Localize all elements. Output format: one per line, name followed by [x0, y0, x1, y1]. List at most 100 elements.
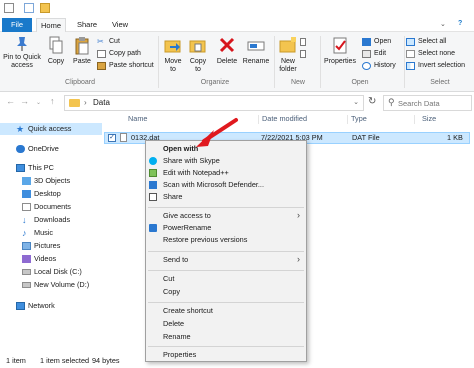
tab-file[interactable]: File — [2, 18, 32, 32]
column-divider[interactable] — [347, 115, 348, 124]
sidebar-item-local-disk-c[interactable]: Local Disk (C:) — [0, 266, 102, 278]
download-icon: ↓ — [22, 215, 27, 225]
sidebar-item-label: Downloads — [34, 215, 71, 224]
select-all-label: Select all — [418, 38, 447, 45]
copy-button[interactable]: Copy — [44, 36, 68, 66]
forward-arrow-icon[interactable]: → — [20, 96, 29, 106]
column-header-name[interactable]: Name — [128, 113, 147, 125]
chevron-down-icon[interactable]: ⌄ — [353, 98, 359, 106]
menu-item-label: Send to — [163, 255, 189, 264]
pin-to-quick-access-button[interactable]: Pin to Quick access — [2, 36, 42, 70]
sidebar-item-this-pc[interactable]: This PC — [0, 162, 102, 174]
pc-icon — [16, 164, 25, 172]
menu-item-rename[interactable]: Rename — [146, 331, 306, 342]
search-box[interactable]: ⚲ — [383, 95, 472, 111]
new-folder-label: New folder — [279, 58, 297, 73]
select-all-icon — [406, 38, 415, 46]
easy-access-icon[interactable] — [300, 49, 308, 59]
sidebar-item-desktop[interactable]: Desktop — [0, 188, 102, 200]
address-bar[interactable]: › Data ⌄ — [64, 95, 364, 111]
invert-selection-button[interactable]: Invert selection — [406, 61, 465, 71]
sidebar-item-downloads[interactable]: ↓ Downloads — [0, 214, 102, 226]
breadcrumb-data[interactable]: Data — [93, 98, 110, 107]
new-folder-qa-icon[interactable] — [40, 3, 50, 13]
column-divider[interactable] — [258, 115, 259, 124]
menu-item-share-with-skype[interactable]: Share with Skype — [146, 155, 306, 166]
new-item-icon[interactable] — [300, 37, 308, 47]
help-icon[interactable]: ? — [458, 20, 462, 27]
search-input[interactable] — [398, 97, 470, 109]
new-group-label: New — [290, 79, 305, 86]
column-divider[interactable] — [414, 115, 415, 124]
column-header-size[interactable]: Size — [422, 113, 436, 125]
history-label: History — [374, 62, 396, 69]
menu-item-label: Scan with Microsoft Defender... — [163, 180, 264, 189]
tab-view[interactable]: View — [107, 18, 133, 32]
history-button[interactable]: History — [362, 61, 396, 71]
menu-item-give-access-to[interactable]: Give access to › — [146, 210, 306, 221]
up-arrow-icon[interactable]: ↑ — [50, 96, 55, 106]
edit-button[interactable]: Edit — [362, 49, 386, 59]
recent-locations-icon[interactable]: ⌄ — [36, 99, 41, 106]
menu-item-properties[interactable]: Properties — [146, 349, 306, 360]
select-none-label: Select none — [418, 50, 455, 57]
menu-item-powerrename[interactable]: PowerRename — [146, 222, 306, 233]
select-all-button[interactable]: Select all — [406, 37, 446, 47]
select-none-button[interactable]: Select none — [406, 49, 455, 59]
menu-divider — [148, 251, 304, 252]
sidebar-item-onedrive[interactable]: OneDrive — [0, 143, 102, 155]
menu-item-scan-with-defender[interactable]: Scan with Microsoft Defender... — [146, 179, 306, 190]
open-button[interactable]: Open — [362, 37, 391, 47]
sidebar-item-music[interactable]: ♪ Music — [0, 227, 102, 239]
tab-share[interactable]: Share — [72, 18, 102, 32]
app-icon[interactable] — [4, 3, 14, 13]
notepad-icon — [149, 169, 157, 177]
properties-qa-icon[interactable] — [24, 3, 34, 13]
sidebar-item-label: Quick access — [28, 124, 72, 133]
sidebar-item-pictures[interactable]: Pictures — [0, 240, 102, 252]
star-icon: ★ — [16, 124, 25, 134]
cut-label: Cut — [109, 38, 120, 45]
menu-item-open-with[interactable]: Open with — [146, 143, 306, 154]
pictures-icon — [22, 242, 31, 250]
paste-shortcut-button[interactable]: Paste shortcut — [97, 61, 154, 71]
column-header-type[interactable]: Type — [351, 113, 367, 125]
easy-access-icon — [300, 50, 306, 58]
sidebar-item-network[interactable]: Network — [0, 300, 102, 312]
copy-to-button[interactable]: Copy to — [186, 36, 210, 74]
copy-icon — [49, 36, 63, 54]
sidebar-item-quick-access[interactable]: ★ Quick access — [0, 123, 102, 135]
sidebar-item-documents[interactable]: Documents — [0, 201, 102, 213]
sidebar-item-3d-objects[interactable]: 3D Objects — [0, 175, 102, 187]
sidebar-item-new-volume-d[interactable]: New Volume (D:) — [0, 279, 102, 291]
copy-path-button[interactable]: Copy path — [97, 49, 141, 59]
cut-button[interactable]: ✂ Cut — [97, 37, 120, 47]
delete-label: Delete — [216, 58, 238, 65]
menu-item-copy[interactable]: Copy — [146, 286, 306, 297]
properties-icon — [333, 37, 347, 54]
menu-item-cut[interactable]: Cut — [146, 273, 306, 284]
paste-button[interactable]: Paste — [70, 36, 94, 66]
new-folder-button[interactable]: New folder — [276, 36, 300, 74]
menu-item-label: Share — [163, 192, 183, 201]
menu-item-edit-with-notepad[interactable]: Edit with Notepad++ — [146, 167, 306, 178]
delete-button[interactable]: Delete — [215, 36, 239, 66]
tab-home[interactable]: Home — [36, 18, 66, 32]
help-icon[interactable]: ⌄ — [440, 20, 446, 28]
column-header-date-modified[interactable]: Date modified — [262, 113, 307, 125]
move-to-button[interactable]: Move to — [162, 36, 184, 74]
chevron-right-icon: › — [297, 254, 300, 264]
copy-path-label: Copy path — [109, 50, 141, 57]
row-checkbox[interactable]: ✓ — [108, 134, 116, 142]
menu-item-delete[interactable]: Delete — [146, 318, 306, 329]
sidebar-item-videos[interactable]: Videos — [0, 253, 102, 265]
rename-button[interactable]: Rename — [241, 36, 271, 66]
menu-item-share[interactable]: Share — [146, 191, 306, 202]
file-type: DAT File — [352, 133, 380, 142]
menu-item-restore-previous-versions[interactable]: Restore previous versions — [146, 234, 306, 245]
refresh-icon[interactable]: ↻ — [368, 96, 376, 107]
menu-item-create-shortcut[interactable]: Create shortcut — [146, 305, 306, 316]
back-arrow-icon[interactable]: ← — [6, 96, 15, 106]
properties-button[interactable]: Properties — [322, 36, 358, 66]
menu-item-send-to[interactable]: Send to › — [146, 254, 306, 265]
